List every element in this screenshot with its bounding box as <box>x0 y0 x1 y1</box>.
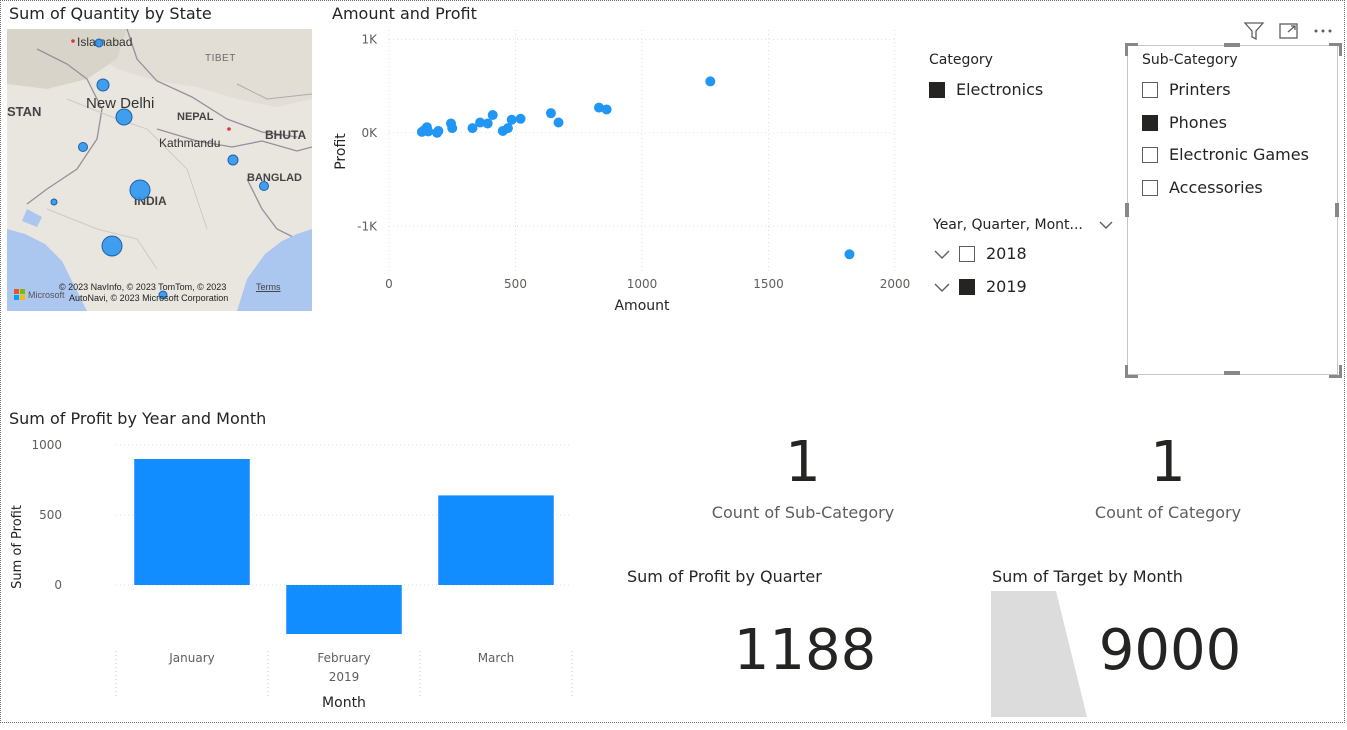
slicer-item-printers[interactable]: Printers <box>1142 80 1231 99</box>
x-group-label: 2019 <box>329 670 360 684</box>
bar[interactable] <box>134 459 250 585</box>
resize-handle[interactable] <box>1125 43 1138 56</box>
date-item-label: 2018 <box>986 244 1027 263</box>
map-bubble <box>94 38 104 48</box>
checkbox[interactable] <box>959 245 975 262</box>
map-bubble <box>101 235 123 257</box>
resize-handle[interactable] <box>1329 365 1342 378</box>
target-by-month-title: Sum of Target by Month <box>992 567 1183 586</box>
scatter-title: Amount and Profit <box>332 4 477 23</box>
expand-chevron-icon[interactable] <box>933 248 951 260</box>
scatter-point[interactable] <box>447 123 458 134</box>
y-axis-title: Sum of Profit <box>10 505 25 589</box>
checkbox[interactable] <box>1142 114 1158 131</box>
map-bubble <box>78 142 88 152</box>
map-bubble <box>50 198 58 206</box>
map-bubbles <box>50 38 269 300</box>
map-visual[interactable]: Islamabad TIBET STAN New Delhi NEPAL BHU… <box>7 29 312 311</box>
resize-handle[interactable] <box>1335 203 1339 217</box>
map-bubble <box>129 179 151 201</box>
y-tick-label: 0K <box>361 126 378 140</box>
scatter-point[interactable] <box>545 108 556 119</box>
map-bubble <box>96 78 110 92</box>
x-tick-label: 1500 <box>753 277 784 291</box>
x-axis-title: Amount <box>614 298 670 314</box>
scatter-point[interactable] <box>844 249 855 260</box>
x-tick-label: 2000 <box>880 277 911 291</box>
filter-icon[interactable] <box>1243 21 1265 45</box>
bar-chart[interactable]: 1000 500 0 January February March 2019 Month Sum… <box>0 430 620 730</box>
x-axis-title: Month <box>322 695 366 711</box>
x-tick-label: February <box>317 651 370 665</box>
date-slicer-item-2018[interactable]: 2018 <box>933 244 1027 263</box>
x-tick-label: 0 <box>385 277 393 291</box>
scatter-point[interactable] <box>553 117 564 128</box>
legend-swatch <box>929 81 945 98</box>
count-category-value: 1 <box>1150 430 1186 495</box>
y-tick-label: 1000 <box>31 438 62 452</box>
slicer-item-label: Printers <box>1169 80 1231 99</box>
slicer-item-label: Phones <box>1169 113 1227 132</box>
resize-handle[interactable] <box>1125 365 1138 378</box>
profit-by-quarter-title: Sum of Profit by Quarter <box>627 567 822 586</box>
scatter-point[interactable] <box>601 104 612 115</box>
count-subcategory-value: 1 <box>785 430 821 495</box>
legend-item-electronics[interactable]: Electronics <box>929 80 1043 99</box>
scatter-point[interactable] <box>482 118 493 129</box>
resize-handle[interactable] <box>1224 371 1240 375</box>
checkbox[interactable] <box>1142 146 1158 163</box>
map-attribution-line1: © 2023 NavInfo, © 2023 TomTom, © 2023 <box>59 282 227 292</box>
checkbox[interactable] <box>1142 179 1158 196</box>
map-bubble <box>115 108 133 126</box>
profit-by-quarter-value: 1188 <box>733 618 877 683</box>
checkbox[interactable] <box>959 278 975 295</box>
scatter-point[interactable] <box>423 126 434 137</box>
map-bubble <box>227 154 239 166</box>
target-by-month-value: 9000 <box>1098 618 1242 683</box>
date-slicer-dropdown-chevron-icon[interactable] <box>1098 216 1114 235</box>
scatter-point[interactable] <box>515 113 526 124</box>
expand-chevron-icon[interactable] <box>933 281 951 293</box>
focus-mode-icon[interactable] <box>1278 21 1300 45</box>
scatter-point[interactable] <box>705 76 716 87</box>
map-terms-link[interactable]: Terms <box>256 282 281 292</box>
resize-handle[interactable] <box>1224 43 1240 47</box>
scatter-chart[interactable]: 1K 0K -1K 0 500 1000 1500 2000 Amount Profit <box>325 25 925 325</box>
x-tick-label: January <box>168 651 215 665</box>
slicer-item-label: Electronic Games <box>1169 145 1309 164</box>
checkbox[interactable] <box>1142 81 1158 98</box>
map-bubble <box>259 181 269 191</box>
x-tick-label: 1000 <box>627 277 658 291</box>
scatter-point[interactable] <box>506 114 517 125</box>
bar[interactable] <box>438 495 554 585</box>
more-options-icon[interactable] <box>1312 21 1336 45</box>
category-legend-title: Category <box>929 52 993 68</box>
y-tick-label: 500 <box>39 508 62 522</box>
slicer-item-accessories[interactable]: Accessories <box>1142 178 1263 197</box>
y-axis-title: Profit <box>333 133 349 170</box>
legend-item-label: Electronics <box>956 80 1044 99</box>
slicer-item-phones[interactable]: Phones <box>1142 113 1227 132</box>
y-tick-label: -1K <box>357 219 378 233</box>
map-attribution-line2: AutoNavi, © 2023 Microsoft Corporation <box>69 293 229 303</box>
subcategory-slicer-title: Sub-Category <box>1142 52 1238 68</box>
bar-chart-title: Sum of Profit by Year and Month <box>9 409 267 428</box>
y-tick-label: 0 <box>54 578 62 592</box>
microsoft-logo: Microsoft <box>14 289 65 300</box>
x-tick-label: 500 <box>504 277 527 291</box>
count-subcategory-label: Count of Sub-Category <box>711 503 895 522</box>
bar[interactable] <box>286 585 402 634</box>
x-tick-label: March <box>478 651 515 665</box>
date-item-label: 2019 <box>986 277 1027 296</box>
slicer-item-electronic-games[interactable]: Electronic Games <box>1142 145 1309 164</box>
count-category-label: Count of Category <box>1094 503 1242 522</box>
map-title: Sum of Quantity by State <box>9 4 212 23</box>
scatter-point[interactable] <box>433 125 444 136</box>
slicer-item-label: Accessories <box>1169 178 1263 197</box>
scatter-point[interactable] <box>487 110 498 121</box>
resize-handle[interactable] <box>1125 203 1129 217</box>
date-slicer-item-2019[interactable]: 2019 <box>933 277 1027 296</box>
date-slicer-title: Year, Quarter, Mont... <box>933 217 1083 233</box>
y-tick-label: 1K <box>361 32 378 46</box>
